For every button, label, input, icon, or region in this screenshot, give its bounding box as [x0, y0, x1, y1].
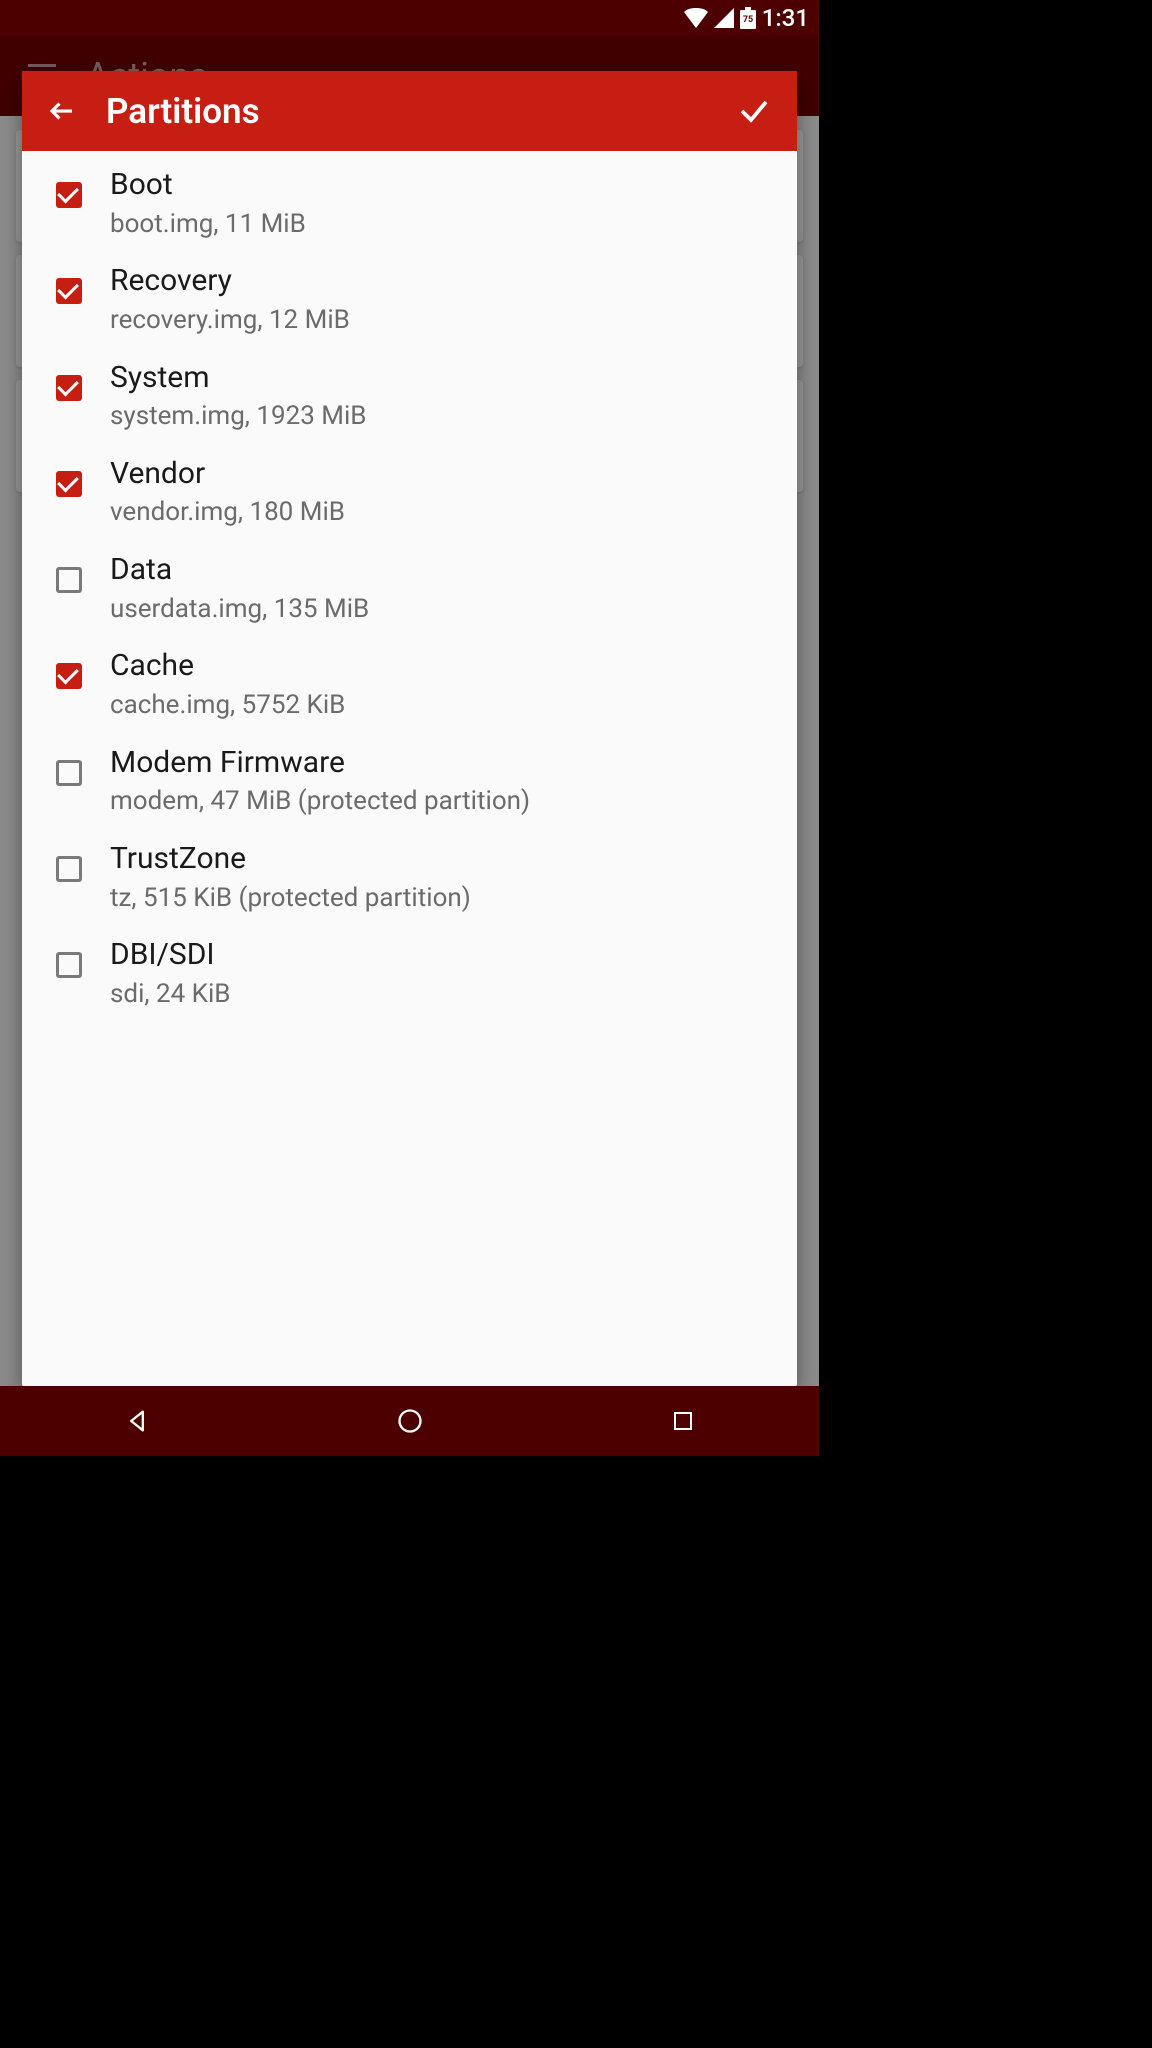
partition-title: System — [110, 358, 367, 399]
svg-text:75: 75 — [743, 15, 753, 25]
partition-item-system[interactable]: System system.img, 1923 MiB — [22, 348, 797, 444]
partition-item-trustzone[interactable]: TrustZone tz, 515 KiB (protected partiti… — [22, 829, 797, 925]
partition-item-vendor[interactable]: Vendor vendor.img, 180 MiB — [22, 444, 797, 540]
partition-subtitle: recovery.img, 12 MiB — [110, 304, 350, 338]
wifi-icon — [684, 8, 708, 28]
partition-subtitle: modem, 47 MiB (protected partition) — [110, 785, 530, 819]
partition-title: Vendor — [110, 454, 345, 495]
partition-item-dbisdi[interactable]: DBI/SDI sdi, 24 KiB — [22, 925, 797, 1021]
checkbox-icon[interactable] — [56, 278, 82, 304]
partition-subtitle: tz, 515 KiB (protected partition) — [110, 882, 471, 916]
battery-icon: 75 — [740, 7, 756, 29]
checkbox-icon[interactable] — [56, 760, 82, 786]
status-time: 1:31 — [762, 4, 809, 32]
partition-subtitle: sdi, 24 KiB — [110, 978, 230, 1012]
dialog-header: Partitions — [22, 71, 797, 151]
checkbox-icon[interactable] — [56, 856, 82, 882]
partition-title: Boot — [110, 165, 306, 206]
checkbox-icon[interactable] — [56, 182, 82, 208]
partition-item-modem[interactable]: Modem Firmware modem, 47 MiB (protected … — [22, 733, 797, 829]
partition-list[interactable]: Boot boot.img, 11 MiB Recovery recovery.… — [22, 151, 797, 1022]
partition-title: DBI/SDI — [110, 935, 230, 976]
partition-subtitle: vendor.img, 180 MiB — [110, 496, 345, 530]
partition-item-data[interactable]: Data userdata.img, 135 MiB — [22, 540, 797, 636]
partition-title: Data — [110, 550, 369, 591]
partition-subtitle: boot.img, 11 MiB — [110, 208, 306, 242]
partition-item-boot[interactable]: Boot boot.img, 11 MiB — [22, 155, 797, 251]
confirm-button[interactable] — [733, 90, 775, 132]
partition-title: Cache — [110, 646, 345, 687]
status-bar: 75 1:31 — [0, 0, 819, 36]
nav-bar — [0, 1386, 819, 1456]
partitions-dialog: Partitions Boot boot.img, 11 MiB Recover… — [22, 71, 797, 1386]
partition-title: Recovery — [110, 261, 350, 302]
partition-title: TrustZone — [110, 839, 471, 880]
partition-subtitle: cache.img, 5752 KiB — [110, 689, 345, 723]
nav-back-button[interactable] — [116, 1400, 158, 1442]
dialog-title: Partitions — [106, 91, 733, 132]
checkbox-icon[interactable] — [56, 952, 82, 978]
nav-recent-button[interactable] — [662, 1400, 704, 1442]
checkbox-icon[interactable] — [56, 567, 82, 593]
signal-icon — [714, 8, 734, 28]
checkbox-icon[interactable] — [56, 471, 82, 497]
partition-subtitle: userdata.img, 135 MiB — [110, 593, 369, 627]
partition-item-recovery[interactable]: Recovery recovery.img, 12 MiB — [22, 251, 797, 347]
partition-subtitle: system.img, 1923 MiB — [110, 400, 367, 434]
nav-home-button[interactable] — [389, 1400, 431, 1442]
checkbox-icon[interactable] — [56, 663, 82, 689]
partition-item-cache[interactable]: Cache cache.img, 5752 KiB — [22, 636, 797, 732]
checkbox-icon[interactable] — [56, 375, 82, 401]
back-button[interactable] — [44, 93, 80, 129]
partition-title: Modem Firmware — [110, 743, 530, 784]
